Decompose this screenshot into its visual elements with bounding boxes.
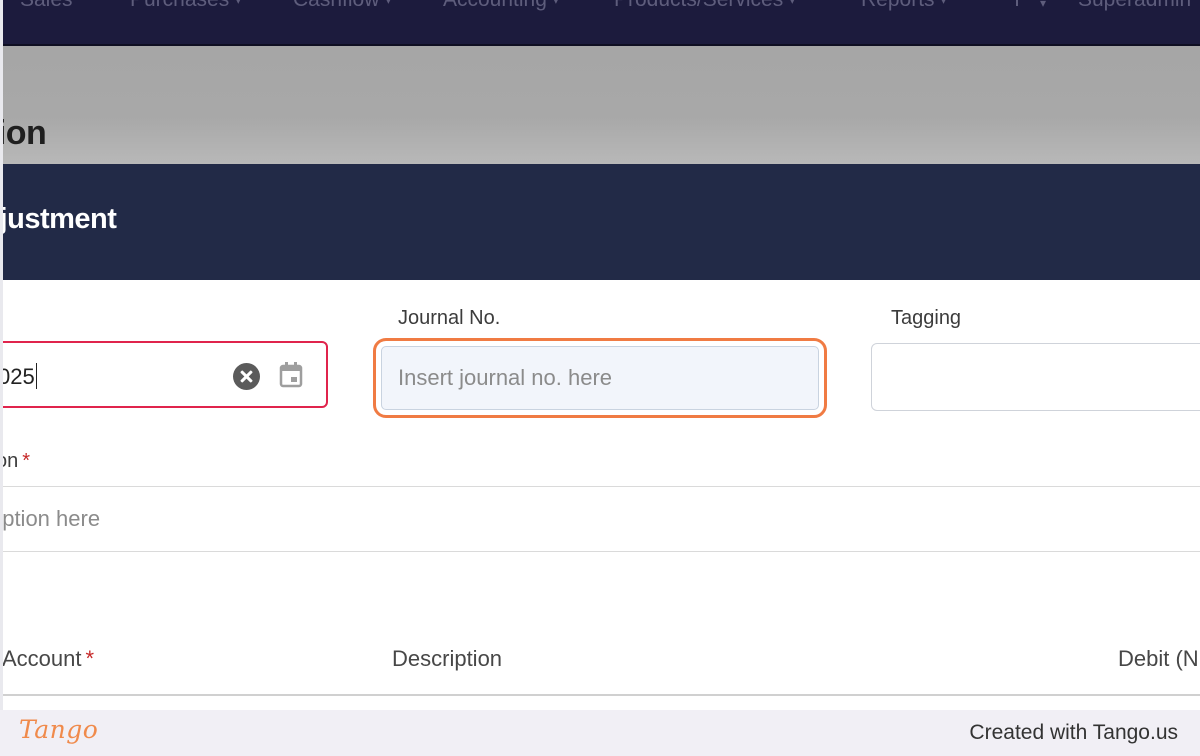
screen-edge [0,0,3,710]
chevron-down-icon: ▾ [552,0,559,8]
tagging-label: Tagging [891,307,962,329]
app-screenshot: Sales Purchases▾ Cashflow▾ Accounting▾ P… [0,0,1200,756]
description-input[interactable] [0,487,1200,551]
nav-item-reports[interactable]: Reports▾ [861,0,947,12]
description-label: on * [0,450,31,472]
table-header-divider [0,694,1200,696]
column-header-description: Description [392,646,503,671]
tango-logo: Tango [19,715,99,744]
chevron-down-icon: ▾ [1040,0,1047,10]
clear-icon[interactable] [233,363,260,390]
divider [0,551,1200,552]
page-title: tion [0,114,47,152]
top-nav: Sales Purchases▾ Cashflow▾ Accounting▾ P… [0,0,1200,44]
journal-no-input[interactable] [381,346,819,410]
nav-item-purchases[interactable]: Purchases▾ [130,0,241,12]
journal-no-label: Journal No. [398,307,501,329]
page-header-band [0,46,1200,164]
nav-item-accounting[interactable]: Accounting▾ [443,0,559,12]
nav-item-products-services[interactable]: Products/Services▾ [614,0,795,12]
modal-title: ljustment [0,203,117,235]
nav-item-superadmin[interactable]: Superadmin [1078,0,1191,12]
chevron-down-icon: ▾ [940,0,947,8]
chevron-down-icon: ▾ [789,0,796,8]
chevron-down-icon: ▾ [235,0,242,8]
required-mark: * [85,646,95,671]
required-mark: * [22,450,31,472]
column-header-debit: Debit (N [1118,646,1199,671]
date-value: 025 [0,364,35,389]
tagging-input[interactable] [871,343,1200,411]
nav-user-menu[interactable]: ▾ [1000,0,1046,18]
text-cursor [35,363,38,389]
modal-header [0,164,1200,280]
chevron-down-icon: ▾ [385,0,392,8]
description-placeholder: scription here [0,506,101,531]
user-icon [1016,0,1018,6]
calendar-icon[interactable] [279,362,303,388]
nav-item-cashflow[interactable]: Cashflow▾ [293,0,391,12]
nav-item-sales[interactable]: Sales [20,0,73,12]
date-field[interactable]: 025 [0,341,328,408]
footer-credit: Created with Tango.us [969,721,1178,744]
column-header-account: Account * [2,646,95,671]
